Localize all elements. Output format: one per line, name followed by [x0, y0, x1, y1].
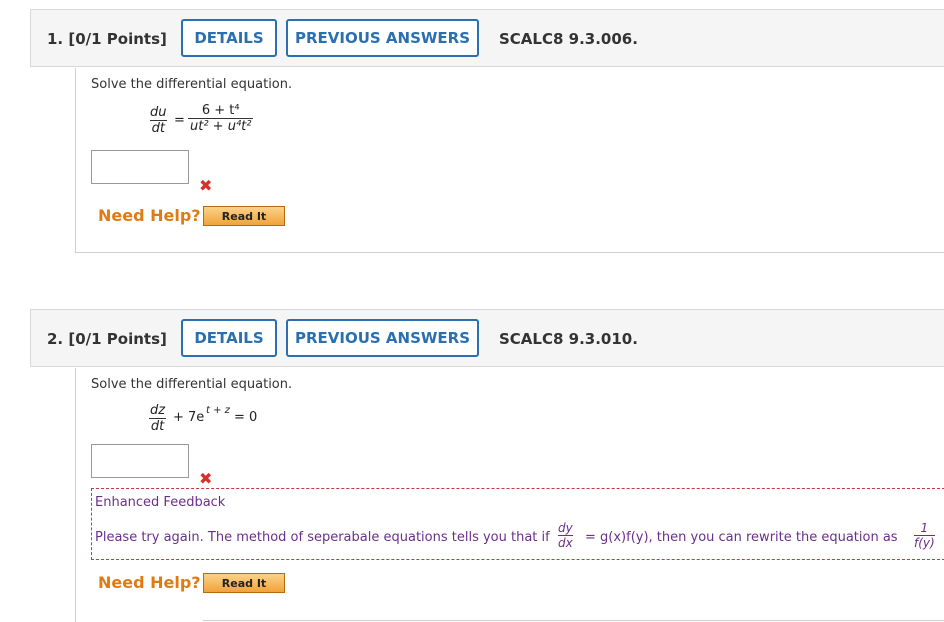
lhs-numerator: du [150, 105, 167, 120]
question-code: SCALC8 9.3.006. [499, 30, 638, 48]
question-1-points: 1. [0/1 Points] [47, 30, 167, 48]
incorrect-icon: ✖ [199, 176, 213, 195]
equation-tail: = 0 [234, 410, 258, 425]
question-2-header: 2. [0/1 Points] DETAILS PREVIOUS ANSWERS… [30, 309, 944, 367]
feedback-text-cont: = g(x)f(y), then you can rewrite the equ… [585, 530, 898, 545]
enhanced-feedback: Enhanced Feedback Please try again. The … [91, 488, 944, 560]
divider [203, 620, 944, 621]
exponent: t + z [206, 405, 230, 416]
rhs-numerator: 6 + t⁴ [201, 103, 240, 118]
rhs-fraction: 6 + t⁴ ut² + u⁴t² [188, 103, 254, 134]
answer-input[interactable] [91, 444, 189, 478]
fraction-denominator: f(y) [914, 535, 935, 550]
feedback-text: Please try again. The method of seperaba… [95, 530, 550, 545]
fraction-numerator: 1 [920, 521, 929, 535]
answer-input[interactable] [91, 150, 189, 184]
feedback-title: Enhanced Feedback [95, 495, 226, 510]
dy-dx-fraction: dy dx [558, 521, 573, 550]
read-it-button[interactable]: Read It [203, 573, 285, 593]
equals-sign: = [174, 113, 185, 128]
fraction-numerator: dy [558, 521, 573, 535]
details-button[interactable]: DETAILS [181, 19, 277, 57]
previous-answers-button[interactable]: PREVIOUS ANSWERS [286, 19, 479, 57]
equation-term: + 7e [173, 410, 205, 425]
question-1-header: 1. [0/1 Points] DETAILS PREVIOUS ANSWERS… [30, 9, 944, 67]
previous-answers-button[interactable]: PREVIOUS ANSWERS [286, 319, 479, 357]
rhs-denominator: ut² + u⁴t² [188, 118, 254, 134]
lhs-fraction: du dt [148, 105, 169, 136]
need-help-label: Need Help? [98, 573, 201, 592]
need-help-label: Need Help? [98, 206, 201, 225]
question-1-body: Solve the differential equation. du dt =… [75, 68, 944, 253]
question-code: SCALC8 9.3.010. [499, 330, 638, 348]
incorrect-icon: ✖ [199, 469, 213, 488]
question-2-points: 2. [0/1 Points] [47, 330, 167, 348]
lhs-fraction: dz dt [148, 403, 167, 434]
question-prompt: Solve the differential equation. [91, 77, 293, 92]
one-over-fy-fraction: 1 f(y) [914, 521, 935, 550]
question-2-body: Solve the differential equation. dz dt +… [75, 368, 944, 622]
details-button[interactable]: DETAILS [181, 319, 277, 357]
lhs-denominator: dt [149, 120, 167, 136]
lhs-denominator: dt [148, 418, 167, 434]
lhs-numerator: dz [150, 403, 166, 418]
fraction-denominator: dx [558, 535, 573, 550]
question-prompt: Solve the differential equation. [91, 377, 293, 392]
read-it-button[interactable]: Read It [203, 206, 285, 226]
